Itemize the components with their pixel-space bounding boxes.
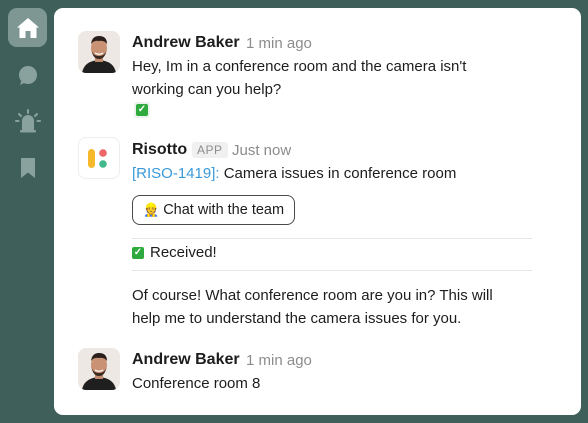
- avatar[interactable]: [78, 137, 120, 179]
- check-icon: ✓: [136, 104, 148, 116]
- sidebar: [0, 0, 54, 423]
- ticket-line: [RISO-1419]: Camera issues in conference…: [132, 162, 456, 185]
- check-icon: ✓: [132, 246, 144, 259]
- divider: [132, 270, 532, 271]
- avatar-andrew-baker: [78, 348, 120, 390]
- received-text: Received!: [150, 244, 217, 261]
- received-status: ✓ Received!: [132, 244, 217, 261]
- author-name[interactable]: Andrew Baker: [132, 34, 240, 52]
- divider: [132, 238, 532, 239]
- sidebar-item-home[interactable]: [8, 8, 47, 47]
- ticket-title: Camera issues in conference room: [219, 165, 457, 182]
- timestamp: 1 min ago: [246, 352, 312, 369]
- timestamp: 1 min ago: [246, 35, 312, 52]
- chat-bubble-icon: [18, 65, 37, 85]
- avatar[interactable]: [78, 31, 120, 73]
- bookmark-icon: [20, 157, 35, 178]
- message-line: working can you help?: [132, 81, 282, 98]
- sidebar-item-messages[interactable]: [8, 56, 47, 95]
- worker-emoji-icon: 👷: [143, 202, 160, 217]
- timestamp: Just now: [232, 142, 292, 159]
- avatar-andrew-baker: [78, 31, 120, 73]
- app-badge: APP: [192, 142, 228, 158]
- message-panel: Andrew Baker 1 min ago Hey, Im in a conf…: [54, 8, 581, 415]
- sidebar-item-alerts[interactable]: [8, 101, 47, 140]
- message-text: Conference room 8: [132, 375, 261, 392]
- risotto-logo-icon: [88, 149, 107, 168]
- author-name[interactable]: Andrew Baker: [132, 351, 240, 369]
- message-text: Hey, Im in a conference room and the cam…: [132, 55, 466, 101]
- chat-with-team-button[interactable]: 👷 Chat with the team: [132, 195, 296, 225]
- reaction-check[interactable]: ✓: [134, 102, 150, 118]
- home-icon: [16, 17, 39, 38]
- avatar[interactable]: [78, 348, 120, 390]
- ticket-link[interactable]: [RISO-1419]:: [132, 165, 220, 182]
- reply-text: Of course! What conference room are you …: [132, 284, 493, 330]
- message-line: Hey, Im in a conference room and the cam…: [132, 58, 467, 75]
- sidebar-item-saved[interactable]: [8, 148, 47, 187]
- alarm-icon: [14, 108, 41, 132]
- button-label: Chat with the team: [163, 202, 285, 218]
- author-name[interactable]: Risotto: [132, 141, 187, 159]
- message-line: Of course! What conference room are you …: [132, 287, 493, 304]
- message-line: help me to understand the camera issues …: [132, 310, 462, 327]
